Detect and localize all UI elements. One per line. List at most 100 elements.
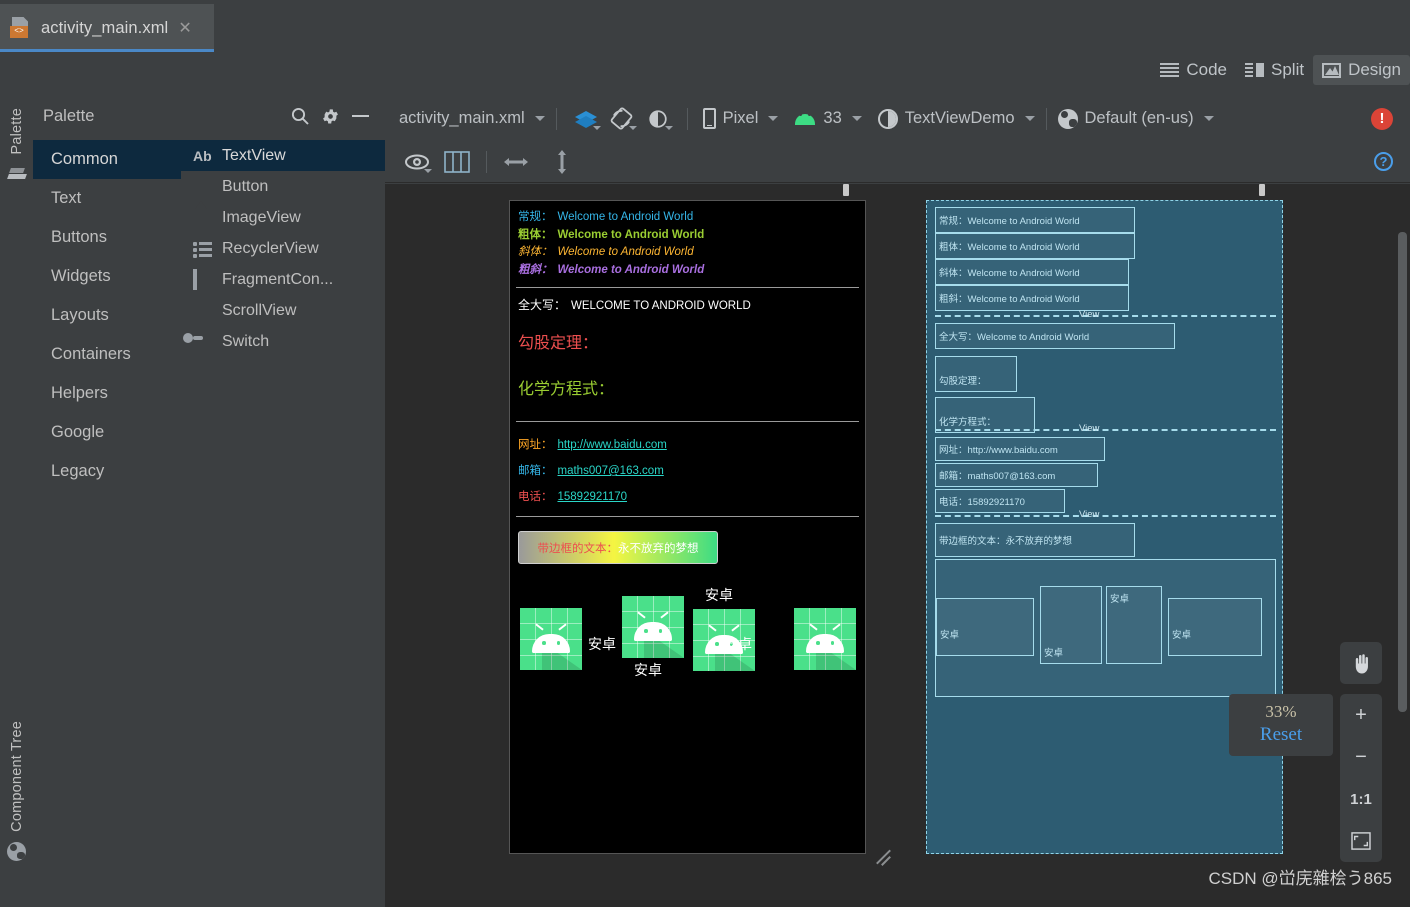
close-icon[interactable]: ✕ bbox=[178, 18, 191, 38]
blueprint-row-label: 全大写：Welcome to Android World bbox=[939, 332, 1090, 343]
hand-pan-icon[interactable] bbox=[1340, 642, 1382, 684]
zoom-in-button[interactable]: + bbox=[1340, 694, 1382, 736]
tab-split[interactable]: Split bbox=[1236, 55, 1313, 85]
category-label: Layouts bbox=[51, 306, 109, 324]
eye-visibility-icon[interactable] bbox=[399, 147, 435, 177]
palette-item-fragmentcontainerview[interactable]: FragmentCon... bbox=[181, 264, 385, 295]
zoom-out-button[interactable]: − bbox=[1340, 736, 1382, 778]
error-circle-icon[interactable]: ! bbox=[1371, 107, 1393, 130]
preview-resize-handle[interactable] bbox=[872, 844, 898, 866]
preview-uppercase-row: 全大写： WELCOME TO ANDROID WORLD bbox=[510, 296, 865, 313]
android-studio-window: <> activity_main.xml ✕ Code Split Design… bbox=[0, 0, 1410, 907]
editor-tab-activity-main-xml[interactable]: <> activity_main.xml ✕ bbox=[0, 4, 214, 52]
category-label: Common bbox=[51, 150, 118, 168]
blueprint-row[interactable]: 粗体：Welcome to Android World bbox=[935, 233, 1135, 259]
preview-style-row: 斜体： Welcome to Android World bbox=[518, 244, 857, 262]
preview-pythagorean-label: 勾股定理： bbox=[518, 335, 599, 352]
blueprint-row-label: 勾股定理： bbox=[939, 376, 987, 387]
style-text: Welcome to Android World bbox=[557, 263, 705, 276]
preview-link-row: 邮箱： maths007@163.com bbox=[518, 458, 857, 484]
blueprint-row[interactable]: 常规：Welcome to Android World bbox=[935, 207, 1135, 233]
palette-item-label: RecyclerView bbox=[222, 239, 319, 257]
palette-category-widgets[interactable]: Widgets bbox=[33, 257, 181, 296]
api-level-dropdown[interactable]: 33 bbox=[794, 109, 862, 128]
palette-category-legacy[interactable]: Legacy bbox=[33, 452, 181, 491]
tab-design[interactable]: Design bbox=[1313, 55, 1410, 85]
palette-item-textview[interactable]: Ab TextView bbox=[181, 140, 385, 171]
preview-link-row: 电话： 15892921170 bbox=[518, 484, 857, 510]
palette-tool-strip[interactable]: Palette bbox=[0, 96, 33, 316]
night-mode-icon[interactable] bbox=[640, 104, 676, 134]
blueprint-preview[interactable]: 常规：Welcome to Android World 粗体：Welcome t… bbox=[926, 200, 1283, 854]
palette-item-imageview[interactable]: ImageView bbox=[181, 202, 385, 233]
vertical-resize-icon[interactable] bbox=[544, 147, 580, 177]
component-tree-tool-strip[interactable]: Component Tree bbox=[0, 707, 33, 907]
blueprint-droid-row[interactable]: 安卓 bbox=[1106, 586, 1162, 664]
device-dropdown[interactable]: Pixel bbox=[702, 108, 779, 129]
blueprint-link-row[interactable]: 网址：http://www.baidu.com bbox=[935, 437, 1105, 461]
globe-icon bbox=[7, 841, 26, 861]
design-canvas[interactable]: 常规： Welcome to Android World 粗体： Welcome… bbox=[385, 184, 1410, 907]
horizontal-resize-icon[interactable] bbox=[498, 147, 534, 177]
minimize-icon[interactable] bbox=[345, 102, 375, 130]
palette-category-text[interactable]: Text bbox=[33, 179, 181, 218]
component-tree-strip-label: Component Tree bbox=[8, 721, 25, 832]
blueprint-chemistry-row[interactable]: 化学方程式： bbox=[935, 397, 1035, 433]
zoom-controls-group: + − 1:1 bbox=[1340, 694, 1382, 862]
palette-panel-header: Palette bbox=[33, 96, 385, 136]
theme-label: TextViewDemo bbox=[904, 109, 1015, 127]
palette-title: Palette bbox=[43, 106, 95, 125]
theme-dropdown[interactable]: TextViewDemo bbox=[877, 108, 1035, 129]
blueprint-droid-row[interactable]: 安卓 bbox=[1040, 586, 1102, 664]
locale-dropdown[interactable]: Default (en-us) bbox=[1057, 108, 1214, 129]
zoom-percent-label: 33% bbox=[1265, 702, 1297, 721]
panels-columns-icon[interactable] bbox=[439, 147, 475, 177]
layout-file-dropdown[interactable]: activity_main.xml bbox=[399, 109, 545, 128]
style-label: 粗体： bbox=[518, 228, 553, 241]
search-icon[interactable] bbox=[285, 102, 315, 130]
blueprint-droid-row[interactable]: 安卓 bbox=[936, 598, 1034, 656]
palette-category-google[interactable]: Google bbox=[33, 413, 181, 452]
editor-mode-switcher: Code Split Design bbox=[1151, 52, 1410, 88]
blueprint-row[interactable]: 斜体：Welcome to Android World bbox=[935, 259, 1129, 285]
link-value[interactable]: http://www.baidu.com bbox=[558, 432, 667, 458]
toolbar-divider bbox=[1045, 107, 1047, 130]
zoom-reset-button[interactable]: Reset bbox=[1239, 724, 1323, 746]
blueprint-droid-row[interactable]: 安卓 bbox=[1168, 598, 1262, 656]
tab-code[interactable]: Code bbox=[1151, 55, 1236, 85]
blueprint-link-row[interactable]: 邮箱：maths007@163.com bbox=[935, 463, 1098, 487]
palette-item-button[interactable]: Button bbox=[181, 171, 385, 202]
fit-screen-icon[interactable] bbox=[1340, 820, 1382, 862]
blueprint-droid-container[interactable]: 安卓 安卓 安卓 安卓 bbox=[935, 559, 1276, 697]
actual-size-button[interactable]: 1:1 bbox=[1340, 778, 1382, 820]
blueprint-row-label: 安卓 bbox=[1044, 648, 1064, 659]
palette-item-label: Switch bbox=[222, 332, 270, 350]
android-icon bbox=[794, 112, 816, 125]
textview-icon: Ab bbox=[193, 147, 212, 164]
gear-icon[interactable] bbox=[315, 102, 345, 130]
blueprint-uppercase-row[interactable]: 全大写：Welcome to Android World bbox=[935, 323, 1175, 349]
palette-category-containers[interactable]: Containers bbox=[33, 335, 181, 374]
blueprint-row-label: 安卓 bbox=[940, 630, 960, 641]
palette-category-common[interactable]: Common bbox=[33, 140, 181, 179]
palette-category-layouts[interactable]: Layouts bbox=[33, 296, 181, 335]
layers-icon[interactable] bbox=[568, 104, 604, 134]
rotate-device-icon[interactable] bbox=[604, 104, 640, 134]
canvas-vertical-scrollbar[interactable] bbox=[1398, 232, 1407, 712]
palette-item-label: ImageView bbox=[222, 208, 301, 226]
link-value[interactable]: maths007@163.com bbox=[558, 458, 664, 484]
blueprint-link-row[interactable]: 电话：15892921170 bbox=[935, 489, 1065, 513]
blueprint-pythagorean-row[interactable]: 勾股定理： bbox=[935, 356, 1017, 392]
device-preview-render[interactable]: 常规： Welcome to Android World 粗体： Welcome… bbox=[509, 200, 866, 854]
tab-split-label: Split bbox=[1271, 60, 1305, 79]
recyclerview-icon bbox=[193, 240, 213, 258]
palette-item-switch[interactable]: Switch bbox=[181, 326, 385, 357]
help-circle-icon[interactable]: ? bbox=[1374, 152, 1393, 171]
palette-item-recyclerview[interactable]: RecyclerView bbox=[181, 233, 385, 264]
palette-category-helpers[interactable]: Helpers bbox=[33, 374, 181, 413]
blueprint-row[interactable]: 粗斜：Welcome to Android World bbox=[935, 285, 1129, 311]
link-value[interactable]: 15892921170 bbox=[558, 484, 628, 510]
blueprint-bordered-row[interactable]: 带边框的文本：永不放弃的梦想 bbox=[935, 523, 1135, 557]
palette-item-scrollview[interactable]: ScrollView bbox=[181, 295, 385, 326]
palette-category-buttons[interactable]: Buttons bbox=[33, 218, 181, 257]
